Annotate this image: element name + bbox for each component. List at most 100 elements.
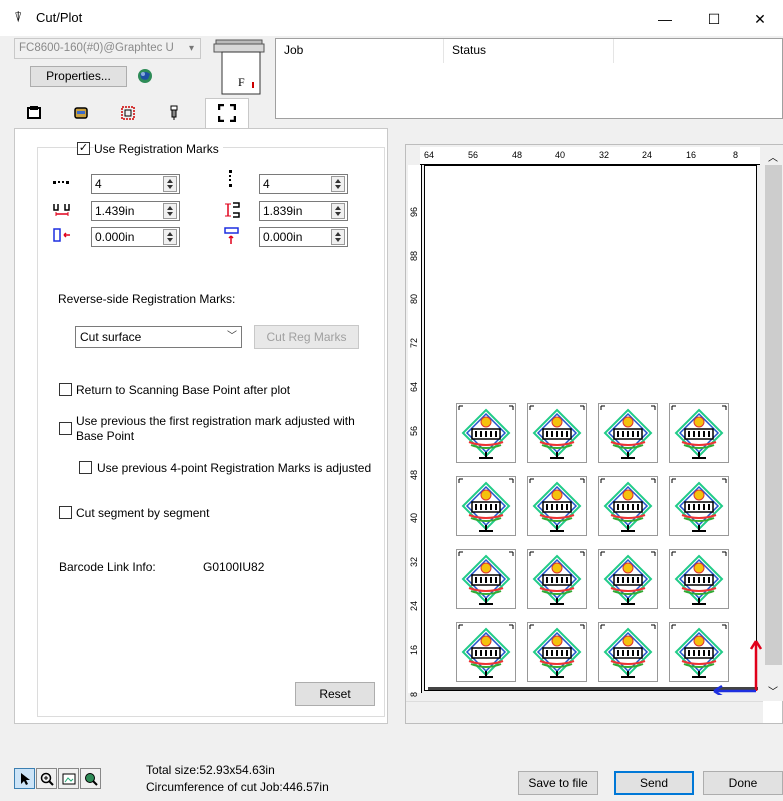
fit-page-button[interactable] bbox=[58, 768, 79, 789]
reverse-side-select[interactable]: Cut surface ﹀ bbox=[75, 326, 242, 348]
close-button[interactable]: ✕ bbox=[737, 6, 783, 32]
media-roll-icon bbox=[74, 107, 88, 119]
sticker-thumbnail[interactable] bbox=[669, 549, 729, 609]
sticker-thumbnail[interactable] bbox=[669, 403, 729, 463]
tab-layout[interactable] bbox=[112, 100, 144, 128]
sticker-thumbnail[interactable] bbox=[456, 476, 516, 536]
use-previous-first-mark-checkbox[interactable] bbox=[59, 422, 72, 435]
arrow-pointer-icon bbox=[20, 773, 30, 785]
scroll-thumb[interactable] bbox=[765, 165, 782, 665]
maximize-button[interactable]: ☐ bbox=[691, 6, 737, 32]
sticker-thumbnail[interactable] bbox=[669, 476, 729, 536]
reset-button[interactable]: Reset bbox=[295, 682, 375, 706]
vertical-count-spinner[interactable]: 4 bbox=[259, 174, 348, 194]
cut-reg-marks-button[interactable]: Cut Reg Marks bbox=[254, 325, 359, 349]
ruler-y-label: 72 bbox=[409, 337, 419, 348]
sticker-thumbnail[interactable] bbox=[527, 549, 587, 609]
horizontal-distance-value: 1.439in bbox=[95, 204, 135, 218]
sticker-thumbnail[interactable] bbox=[456, 622, 516, 682]
ruler-y-label: 80 bbox=[409, 293, 419, 304]
tab-media[interactable] bbox=[65, 100, 97, 128]
spin-arrows-icon[interactable] bbox=[163, 229, 177, 245]
vertical-distance-spinner[interactable]: 1.839in bbox=[259, 201, 348, 221]
preview-canvas[interactable]: 64 56 48 40 32 24 16 8 96 88 80 72 64 56… bbox=[406, 145, 763, 701]
sticker-thumbnail[interactable] bbox=[527, 622, 587, 682]
sticker-thumbnail[interactable] bbox=[456, 403, 516, 463]
sticker-thumbnail[interactable] bbox=[598, 622, 658, 682]
tab-registration[interactable] bbox=[205, 98, 249, 129]
ruler-x-label: 16 bbox=[686, 150, 697, 160]
tab-tool[interactable] bbox=[158, 100, 190, 128]
use-registration-marks-checkbox[interactable]: ✓ bbox=[77, 142, 90, 155]
window-title: Cut/Plot bbox=[36, 10, 83, 25]
scroll-down-icon[interactable]: ﹀ bbox=[768, 683, 778, 698]
return-base-point-checkbox[interactable] bbox=[59, 383, 72, 396]
sticker-artwork-icon bbox=[529, 624, 585, 678]
sticker-artwork-icon bbox=[458, 624, 514, 678]
device-select-value: FC8600-160(#0)@Graphtec U bbox=[19, 42, 174, 54]
zoom-globe-icon bbox=[84, 773, 98, 786]
zoom-tool-button[interactable] bbox=[36, 768, 57, 789]
sticker-artwork-icon bbox=[529, 551, 585, 605]
vertical-offset-spinner[interactable]: 0.000in bbox=[259, 227, 348, 247]
tab-general[interactable] bbox=[18, 100, 50, 128]
sticker-thumbnail[interactable] bbox=[598, 549, 658, 609]
sticker-thumbnail[interactable] bbox=[598, 403, 658, 463]
sticker-artwork-icon bbox=[600, 624, 656, 678]
minimize-button[interactable]: — bbox=[642, 6, 688, 32]
chevron-down-icon: ﹀ bbox=[227, 331, 237, 342]
sticker-artwork-icon bbox=[671, 551, 727, 605]
plot-preview[interactable]: 64 56 48 40 32 24 16 8 96 88 80 72 64 56… bbox=[405, 144, 783, 724]
cut-segment-checkbox[interactable] bbox=[59, 506, 72, 519]
sticker-thumbnail[interactable] bbox=[456, 549, 516, 609]
ruler-x-label: 8 bbox=[733, 150, 739, 160]
ruler-y-label: 96 bbox=[409, 206, 419, 217]
barcode-link-value: G0100IU82 bbox=[203, 560, 265, 574]
properties-button[interactable]: Properties... bbox=[30, 66, 127, 87]
sticker-artwork-icon bbox=[600, 551, 656, 605]
cut-segment-label: Cut segment by segment bbox=[76, 506, 210, 520]
done-button[interactable]: Done bbox=[703, 771, 783, 795]
status-column-header[interactable]: Status bbox=[444, 39, 614, 63]
registration-panel: ✓ Use Registration Marks 4 4 1.439in 1.8… bbox=[14, 128, 388, 724]
device-select[interactable]: FC8600-160(#0)@Graphtec U ▾ bbox=[14, 38, 201, 59]
vertical-offset-value: 0.000in bbox=[263, 230, 303, 244]
spin-arrows-icon[interactable] bbox=[163, 203, 177, 219]
horizontal-offset-spinner[interactable]: 0.000in bbox=[91, 227, 180, 247]
spin-arrows-icon[interactable] bbox=[163, 176, 177, 192]
horizontal-count-spinner[interactable]: 4 bbox=[91, 174, 180, 194]
circumference-text: Circumference of cut Job:446.57in bbox=[146, 780, 329, 794]
spin-arrows-icon[interactable] bbox=[331, 176, 345, 192]
use-previous-4point-label: Use previous 4-point Registration Marks … bbox=[97, 461, 372, 475]
horizontal-scrollbar[interactable] bbox=[406, 701, 763, 723]
horizontal-count-value: 4 bbox=[95, 177, 102, 191]
send-button[interactable]: Send bbox=[614, 771, 694, 795]
scroll-up-icon[interactable]: ︿ bbox=[768, 149, 778, 164]
printer-icon bbox=[27, 106, 41, 119]
job-column-header[interactable]: Job bbox=[276, 39, 444, 63]
sticker-artwork-icon bbox=[671, 405, 727, 459]
save-to-file-button[interactable]: Save to file bbox=[518, 771, 598, 795]
horizontal-distance-spinner[interactable]: 1.439in bbox=[91, 201, 180, 221]
ruler-y-label: 24 bbox=[409, 600, 419, 611]
registration-marks-icon bbox=[217, 103, 237, 123]
ruler-y-label: 40 bbox=[409, 512, 419, 523]
job-table[interactable]: Job Status bbox=[275, 38, 783, 119]
sticker-thumbnail[interactable] bbox=[598, 476, 658, 536]
use-previous-4point-checkbox[interactable] bbox=[79, 461, 92, 474]
spin-arrows-icon[interactable] bbox=[331, 229, 345, 245]
vertical-offset-icon bbox=[224, 227, 239, 244]
pointer-tool-button[interactable] bbox=[14, 768, 35, 789]
ruler-y-label: 88 bbox=[409, 250, 419, 261]
zoom-extents-button[interactable] bbox=[80, 768, 101, 789]
sticker-thumbnail[interactable] bbox=[527, 403, 587, 463]
svg-text:F: F bbox=[238, 75, 245, 89]
return-base-point-label: Return to Scanning Base Point after plot bbox=[76, 383, 291, 397]
globe-icon[interactable] bbox=[137, 68, 153, 84]
sticker-thumbnail[interactable] bbox=[527, 476, 587, 536]
vertical-scrollbar[interactable]: ︿ ﹀ bbox=[763, 145, 783, 701]
use-registration-marks-label: Use Registration Marks bbox=[94, 142, 223, 156]
layout-icon bbox=[121, 106, 135, 120]
sticker-artwork-icon bbox=[671, 478, 727, 532]
spin-arrows-icon[interactable] bbox=[331, 203, 345, 219]
